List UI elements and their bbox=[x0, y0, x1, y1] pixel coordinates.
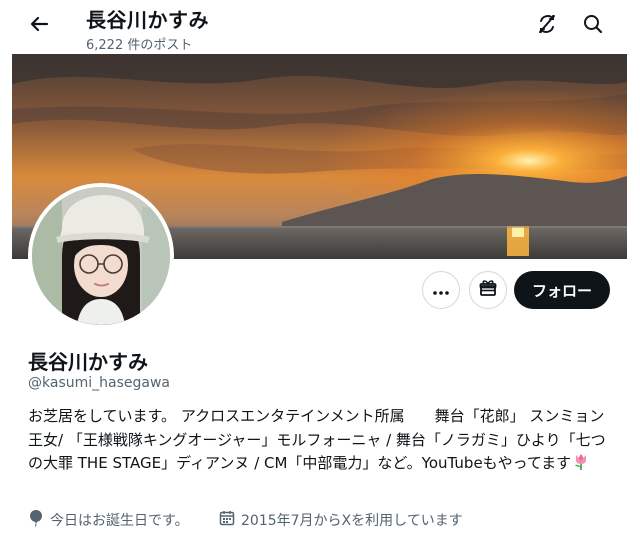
arrow-left-icon bbox=[29, 14, 49, 38]
joined-text: 2015年7月からXを利用しています bbox=[241, 513, 463, 529]
gift-icon bbox=[479, 279, 497, 301]
balloon-icon bbox=[28, 509, 50, 531]
bio-text: お芝居をしています。 アクロスエンタテインメント所属 舞台「花郎」 スンミョン王… bbox=[28, 407, 606, 472]
handle: @kasumi_hasegawa bbox=[28, 375, 170, 391]
profile-photo-image bbox=[32, 187, 170, 325]
birthday-info: 今日はお誕生日です。 bbox=[28, 509, 189, 531]
search-icon bbox=[583, 14, 603, 38]
calendar-icon bbox=[219, 510, 241, 530]
no-translate-button[interactable] bbox=[534, 13, 560, 39]
display-name: 長谷川かすみ bbox=[28, 350, 148, 374]
post-count: 6,222 件のポスト bbox=[86, 38, 193, 53]
joined-info: 2015年7月からXを利用しています bbox=[219, 509, 463, 531]
back-button[interactable] bbox=[26, 13, 52, 39]
follow-button[interactable]: フォロー bbox=[514, 271, 610, 309]
search-button[interactable] bbox=[580, 13, 606, 39]
more-icon bbox=[432, 281, 450, 300]
bio: お芝居をしています。 アクロスエンタテインメント所属 舞台「花郎」 スンミョン王… bbox=[28, 405, 618, 479]
header-title: 長谷川かすみ bbox=[86, 8, 209, 32]
tulip-emoji-icon bbox=[573, 453, 589, 479]
birthday-text: 今日はお誕生日です。 bbox=[50, 513, 189, 529]
gift-button[interactable] bbox=[469, 271, 507, 309]
no-translate-icon bbox=[536, 13, 558, 39]
profile-header: 長谷川かすみ 6,222 件のポスト bbox=[0, 0, 640, 54]
avatar[interactable] bbox=[28, 183, 174, 329]
more-button[interactable] bbox=[422, 271, 460, 309]
